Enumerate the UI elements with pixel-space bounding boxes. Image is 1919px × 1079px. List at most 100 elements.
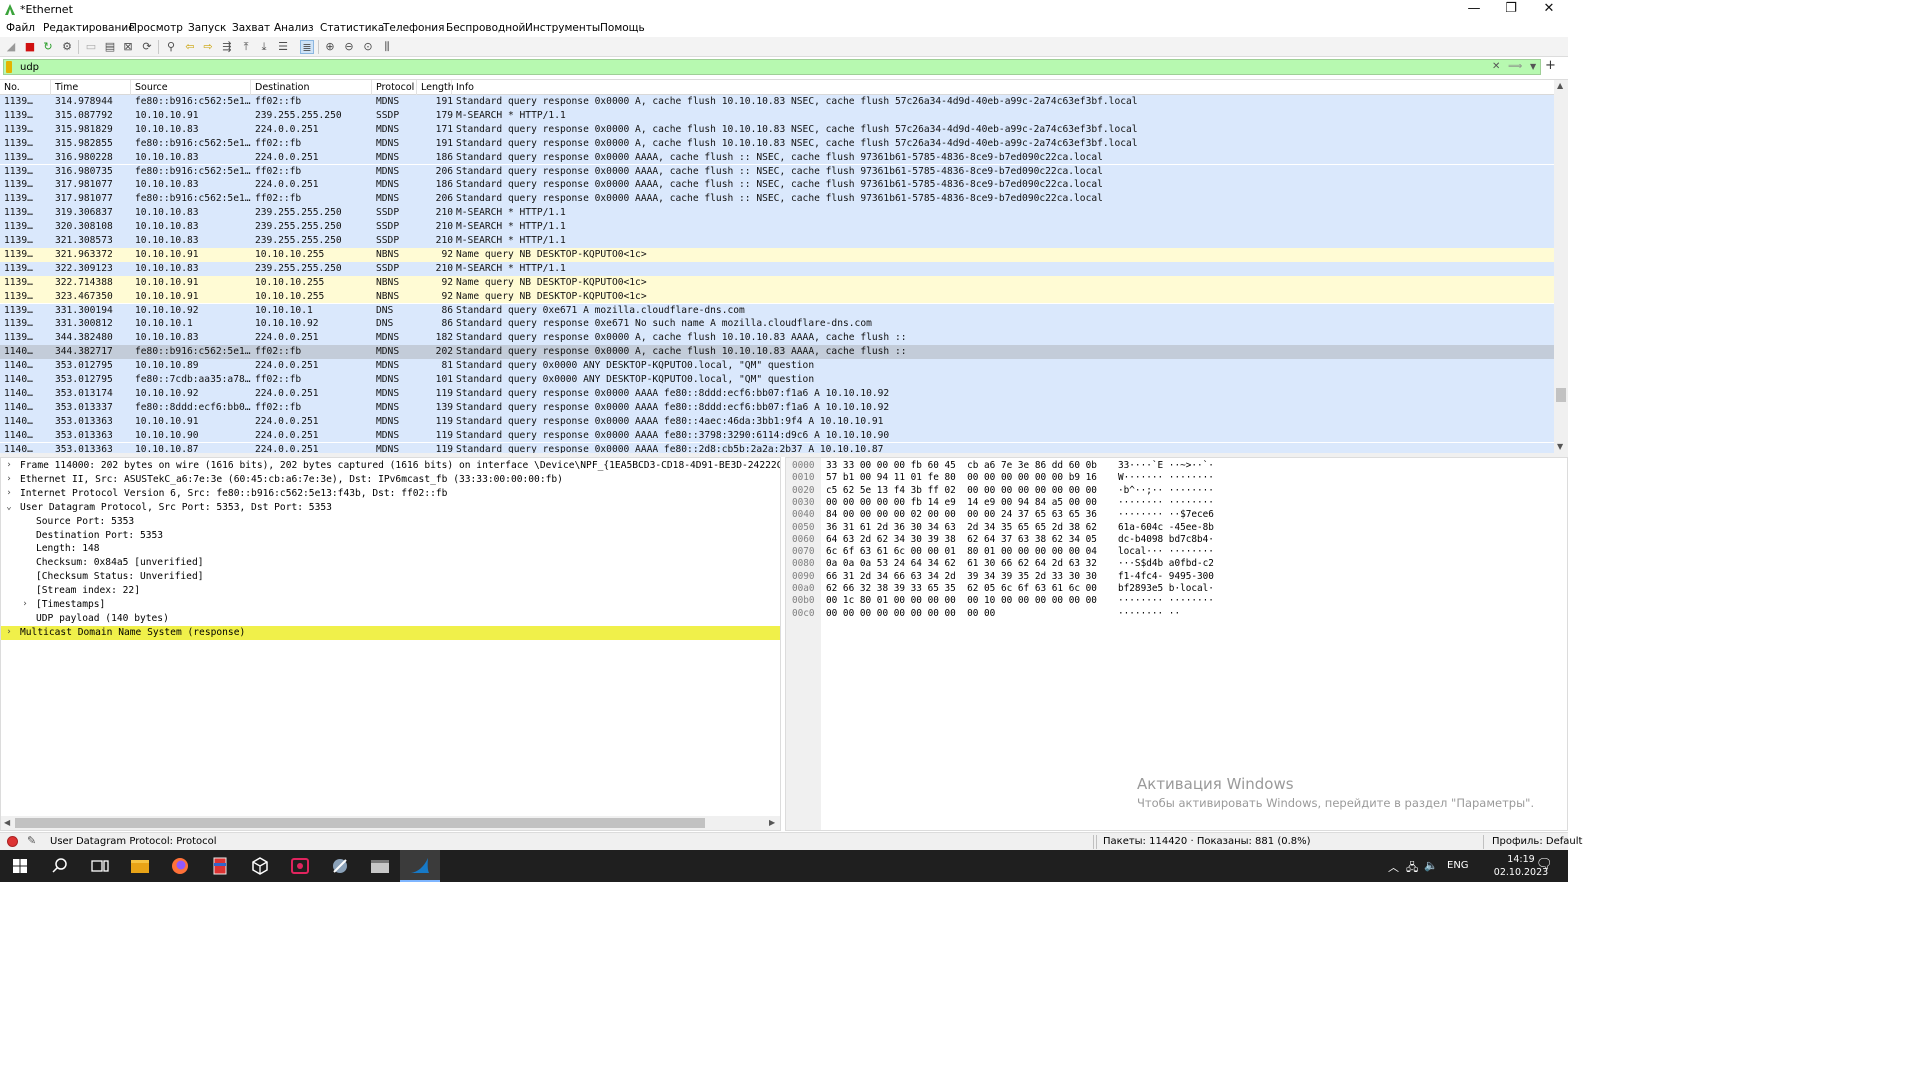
taskbar-app-red[interactable] bbox=[280, 850, 320, 882]
scroll-right-icon[interactable]: ▶ bbox=[769, 818, 775, 827]
find-packet-icon[interactable]: ⚲ bbox=[164, 40, 178, 54]
bytes-hex[interactable]: 62 66 32 38 39 33 65 35 62 05 6c 6f 63 6… bbox=[826, 583, 1097, 595]
bytes-ascii[interactable]: ········ ········ bbox=[1118, 497, 1214, 509]
bytes-hex[interactable]: 84 00 00 00 00 02 00 00 00 00 24 37 65 6… bbox=[826, 509, 1097, 521]
reload-file-icon[interactable]: ⟳ bbox=[140, 40, 154, 54]
go-first-icon[interactable]: ⤒ bbox=[239, 40, 253, 54]
packet-row-selected[interactable]: 1140… 344.382717 fe80::b916:c562:5e1… ff02:… bbox=[0, 345, 1554, 360]
bytes-hex[interactable]: 64 63 2d 62 34 30 39 38 62 64 37 63 38 6… bbox=[826, 534, 1097, 546]
bytes-ascii[interactable]: dc-b4098 bd7c8b4· bbox=[1118, 534, 1214, 546]
packet-row[interactable]: 1139… 321.963372 10.10.10.91 10.10.10.255 NB… bbox=[0, 247, 1554, 262]
taskbar-app-archiver[interactable] bbox=[200, 850, 240, 882]
save-file-icon[interactable]: ▤ bbox=[103, 40, 117, 54]
minimize-button[interactable]: — bbox=[1455, 0, 1493, 20]
scrollbar-thumb[interactable] bbox=[1556, 388, 1566, 402]
menu-edit[interactable]: Редактирование bbox=[43, 22, 135, 34]
column-header-time[interactable]: Time bbox=[55, 82, 78, 93]
detail-tree-item[interactable]: › Ethernet II, Src: ASUSTekC_a6:7e:3e (60… bbox=[1, 473, 780, 487]
packet-row[interactable]: 1139… 315.087792 10.10.10.91 239.255.255.25… bbox=[0, 108, 1554, 123]
packet-list-scrollbar[interactable]: ▲ ▼ bbox=[1554, 80, 1568, 454]
expand-arrow-icon[interactable]: › bbox=[4, 459, 14, 473]
status-profile[interactable]: Профиль: Default bbox=[1492, 836, 1582, 847]
detail-tree-item[interactable]: Length: 148 bbox=[1, 542, 780, 556]
bytes-hex[interactable]: 6c 6f 63 61 6c 00 00 01 80 01 00 00 00 0… bbox=[826, 546, 1097, 558]
menu-view[interactable]: Просмотр bbox=[129, 22, 183, 34]
close-button[interactable]: ✕ bbox=[1530, 0, 1568, 20]
bytes-hex[interactable]: 0a 0a 0a 53 24 64 34 62 61 30 66 62 64 2… bbox=[826, 558, 1097, 570]
bytes-hex[interactable]: 00 00 00 00 00 00 00 00 00 00 bbox=[826, 608, 995, 620]
menu-tools[interactable]: Инструменты bbox=[525, 22, 600, 34]
detail-tree-item[interactable]: › Frame 114000: 202 bytes on wire (1616 b… bbox=[1, 459, 780, 473]
column-header-length[interactable]: Length bbox=[421, 82, 454, 93]
detail-tree-item[interactable]: Checksum: 0x84a5 [unverified] bbox=[1, 556, 780, 570]
column-header-destination[interactable]: Destination bbox=[255, 82, 310, 93]
search-button[interactable] bbox=[40, 850, 80, 882]
bytes-ascii[interactable]: 61a-604c -45ee-8b bbox=[1118, 522, 1214, 534]
bytes-hex[interactable]: c5 62 5e 13 f4 3b ff 02 00 00 00 00 00 0… bbox=[826, 485, 1097, 497]
notifications-icon[interactable]: 🗨 bbox=[1536, 857, 1553, 872]
bytes-ascii[interactable]: ········ ··$7ece6 bbox=[1118, 509, 1214, 521]
bytes-ascii[interactable]: ···S$d4b a0fbd-c2 bbox=[1118, 558, 1214, 570]
bytes-ascii[interactable]: ········ ········ bbox=[1118, 595, 1214, 607]
taskbar-app-wireshark[interactable] bbox=[400, 850, 440, 882]
bytes-hex[interactable]: 66 31 2d 34 66 63 34 2d 39 34 39 35 2d 3… bbox=[826, 571, 1097, 583]
go-to-packet-icon[interactable]: ⇶ bbox=[220, 40, 234, 54]
restart-capture-icon[interactable]: ↻ bbox=[41, 40, 55, 54]
packet-row[interactable]: 1140… 353.012795 fe80::7cdb:aa35:a78… ff02:… bbox=[0, 373, 1554, 387]
column-header-no[interactable]: No. bbox=[4, 82, 20, 93]
menu-file[interactable]: Файл bbox=[6, 22, 35, 34]
volume-icon[interactable]: 🔈 bbox=[1424, 859, 1438, 872]
tray-overflow-icon[interactable]: ︿ bbox=[1388, 859, 1399, 875]
language-indicator[interactable]: ENG bbox=[1447, 860, 1469, 871]
packet-row[interactable]: 1139… 316.980735 fe80::b916:c562:5e1… ff02:… bbox=[0, 164, 1554, 179]
menu-wireless[interactable]: Беспроводной bbox=[446, 22, 525, 34]
detail-tree-item[interactable]: › Internet Protocol Version 6, Src: fe80:… bbox=[1, 487, 780, 501]
zoom-out-icon[interactable]: ⊖ bbox=[342, 40, 356, 54]
packet-row[interactable]: 1139… 317.981077 10.10.10.83 224.0.0.251 MDN… bbox=[0, 178, 1554, 193]
task-view-button[interactable] bbox=[80, 850, 120, 882]
restore-button[interactable]: ❐ bbox=[1492, 0, 1530, 20]
go-forward-icon[interactable]: ⇨ bbox=[201, 40, 215, 54]
scroll-up-icon[interactable]: ▲ bbox=[1557, 81, 1563, 90]
start-capture-icon[interactable]: ◢ bbox=[4, 40, 18, 54]
packet-row[interactable]: 1139… 317.981077 fe80::b916:c562:5e1… ff02:… bbox=[0, 192, 1554, 207]
detail-tree-item[interactable]: [Stream index: 22] bbox=[1, 584, 780, 598]
bytes-hex[interactable]: 36 31 61 2d 36 30 34 63 2d 34 35 65 65 2… bbox=[826, 522, 1097, 534]
taskbar-app-virtualbox[interactable] bbox=[240, 850, 280, 882]
expand-arrow-icon[interactable]: › bbox=[4, 487, 14, 501]
packet-row[interactable]: 1139… 323.467350 10.10.10.91 10.10.10.255 NB… bbox=[0, 289, 1554, 304]
details-horizontal-scrollbar[interactable]: ◀ ▶ bbox=[1, 816, 780, 830]
packet-row[interactable]: 1140… 353.013363 10.10.10.91 224.0.0.251 MDN… bbox=[0, 414, 1554, 429]
detail-tree-item[interactable]: Destination Port: 5353 bbox=[1, 529, 780, 543]
detail-tree-item[interactable]: [Checksum Status: Unverified] bbox=[1, 570, 780, 584]
scroll-left-icon[interactable]: ◀ bbox=[4, 818, 10, 827]
bytes-hex[interactable]: 57 b1 00 94 11 01 fe 80 00 00 00 00 00 0… bbox=[826, 472, 1097, 484]
detail-tree-item[interactable]: ⌄ User Datagram Protocol, Src Port: 5353,… bbox=[1, 501, 780, 515]
zoom-in-icon[interactable]: ⊕ bbox=[323, 40, 337, 54]
packet-row[interactable]: 1139… 321.308573 10.10.10.83 239.255.255.25… bbox=[0, 234, 1554, 248]
expand-arrow-icon[interactable]: ⌄ bbox=[4, 501, 14, 515]
scrollbar-thumb[interactable] bbox=[15, 818, 705, 828]
detail-tree-item[interactable]: Source Port: 5353 bbox=[1, 515, 780, 529]
packet-row[interactable]: 1139… 319.306837 10.10.10.83 239.255.255.25… bbox=[0, 206, 1554, 221]
auto-scroll-icon[interactable]: ☰ bbox=[276, 40, 290, 54]
packet-row[interactable]: 1140… 353.013363 10.10.10.90 224.0.0.251 MDN… bbox=[0, 428, 1554, 443]
menu-statistics[interactable]: Статистика bbox=[320, 22, 384, 34]
expand-arrow-icon[interactable]: › bbox=[4, 473, 14, 487]
packet-row[interactable]: 1139… 316.980228 10.10.10.83 224.0.0.251 MDN… bbox=[0, 150, 1554, 165]
detail-tree-item[interactable]: › [Timestamps] bbox=[1, 598, 780, 612]
packet-row[interactable]: 1139… 320.308108 10.10.10.83 239.255.255.25… bbox=[0, 220, 1554, 234]
column-header-protocol[interactable]: Protocol bbox=[376, 82, 414, 93]
bytes-hex[interactable]: 00 00 00 00 00 fb 14 e9 14 e9 00 94 84 a… bbox=[826, 497, 1097, 509]
detail-tree-item[interactable]: › Multicast Domain Name System (response) bbox=[1, 625, 780, 640]
menu-analyze[interactable]: Анализ bbox=[274, 22, 314, 34]
menu-go[interactable]: Запуск bbox=[188, 22, 226, 34]
menu-help[interactable]: Помощь bbox=[600, 22, 645, 34]
zoom-normal-icon[interactable]: ⊙ bbox=[361, 40, 375, 54]
expand-arrow-icon[interactable]: › bbox=[4, 626, 14, 640]
packet-row[interactable]: 1139… 331.300194 10.10.10.92 10.10.10.1 DNS S… bbox=[0, 303, 1554, 318]
bytes-hex[interactable]: 33 33 00 00 00 fb 60 45 cb a6 7e 3e 86 d… bbox=[826, 460, 1097, 472]
bookmark-icon[interactable] bbox=[6, 61, 12, 73]
packet-row[interactable]: 1139… 315.981829 10.10.10.83 224.0.0.251 MDN… bbox=[0, 122, 1554, 137]
menu-telephony[interactable]: Телефония bbox=[383, 22, 444, 34]
